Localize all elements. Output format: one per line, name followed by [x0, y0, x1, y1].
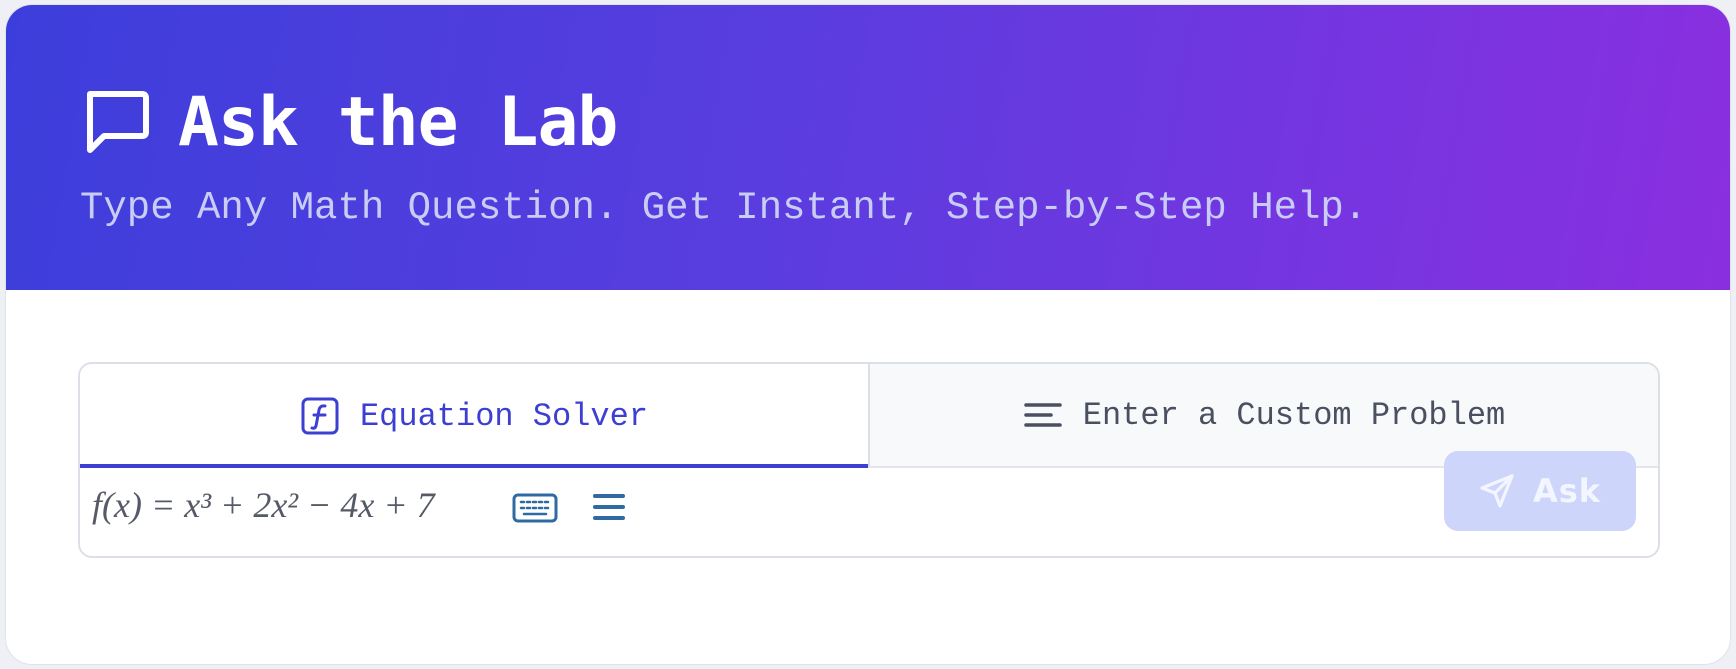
tab-equation-solver[interactable]: Equation Solver — [80, 364, 868, 468]
ask-the-lab-card: Ask the Lab Type Any Math Question. Get … — [6, 5, 1730, 664]
align-left-icon — [1024, 403, 1062, 427]
ask-button[interactable]: Ask — [1444, 451, 1636, 531]
math-formula[interactable]: f(x) = x³ + 2x² − 4x + 7 — [92, 484, 435, 526]
page-title: Ask the Lab — [178, 83, 618, 162]
header-banner: Ask the Lab Type Any Math Question. Get … — [6, 5, 1730, 290]
message-square-icon — [87, 91, 149, 153]
tab-custom-problem-label: Enter a Custom Problem — [1082, 396, 1506, 434]
keyboard-icon[interactable] — [512, 490, 558, 526]
menu-icon[interactable] — [592, 490, 626, 524]
page-subtitle: Type Any Math Question. Get Instant, Ste… — [80, 186, 1368, 230]
math-input-field[interactable]: f(x) = x³ + 2x² − 4x + 7 — [80, 470, 1658, 556]
tab-equation-solver-label: Equation Solver — [359, 397, 649, 435]
send-icon — [1480, 474, 1514, 508]
problem-input-panel: Equation Solver Enter a Custom Problem f… — [78, 362, 1660, 558]
function-icon — [301, 397, 339, 435]
ask-button-label: Ask — [1532, 472, 1602, 510]
